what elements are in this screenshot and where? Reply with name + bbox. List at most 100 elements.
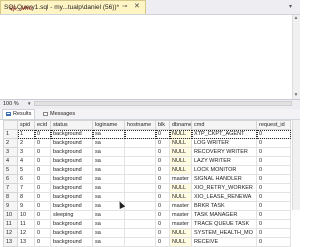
column-header[interactable]: status bbox=[50, 120, 93, 130]
table-row[interactable]: 9 9 0 background sa 0 master BRKR TASK 0 bbox=[3, 201, 291, 211]
grid-cell-loginame[interactable]: sa bbox=[92, 237, 125, 247]
row-number-cell[interactable]: 10 bbox=[3, 210, 18, 220]
grid-cell-cmd[interactable]: LOCK MONITOR bbox=[191, 165, 257, 175]
grid-cell-hostname[interactable] bbox=[124, 210, 156, 220]
grid-cell-ecid[interactable]: 0 bbox=[34, 237, 51, 247]
grid-cell-loginame[interactable]: sa bbox=[92, 210, 125, 220]
row-number-cell[interactable]: 8 bbox=[3, 192, 18, 202]
grid-cell-dbname[interactable]: NULL bbox=[169, 129, 192, 139]
results-vertical-scrollbar[interactable] bbox=[292, 120, 300, 210]
grid-cell-ecid[interactable]: 0 bbox=[34, 138, 51, 148]
grid-cell-request-id[interactable]: 0 bbox=[256, 219, 291, 229]
grid-cell-spid[interactable]: 1 bbox=[17, 129, 35, 139]
row-number-cell[interactable]: 3 bbox=[3, 147, 18, 157]
grid-cell-loginame[interactable]: sa bbox=[92, 228, 125, 238]
column-header[interactable]: dbname bbox=[169, 120, 192, 130]
grid-cell-dbname[interactable]: NULL bbox=[169, 228, 192, 238]
grid-cell-blk[interactable]: 0 bbox=[155, 210, 170, 220]
grid-cell-spid[interactable]: 13 bbox=[17, 237, 35, 247]
grid-cell-blk[interactable]: 0 bbox=[155, 228, 170, 238]
grid-cell-ecid[interactable]: 0 bbox=[34, 183, 51, 193]
grid-cell-loginame[interactable]: sa bbox=[92, 183, 125, 193]
grid-cell-hostname[interactable] bbox=[124, 174, 156, 184]
grid-cell-status[interactable]: background bbox=[50, 183, 93, 193]
grid-cell-status[interactable]: background bbox=[50, 129, 93, 139]
table-row[interactable]: 6 6 0 background sa 0 master SIGNAL HANDLER 0 bbox=[3, 174, 291, 184]
table-row[interactable]: 13 13 0 background sa 0 NULL RECEIVE 0 bbox=[3, 237, 291, 247]
grid-cell-hostname[interactable] bbox=[124, 228, 156, 238]
editor-vertical-scrollbar[interactable] bbox=[292, 15, 300, 99]
grid-cell-request-id[interactable]: 0 bbox=[256, 147, 291, 157]
scroll-up-icon[interactable]: ▲ bbox=[292, 15, 300, 22]
table-row[interactable]: 2 2 0 background sa 0 NULL LOG WRITER 0 bbox=[3, 138, 291, 148]
column-header[interactable]: hostname bbox=[124, 120, 156, 130]
table-row[interactable]: 5 5 0 background sa 0 NULL LOCK MONITOR 0 bbox=[3, 165, 291, 175]
column-header[interactable]: cmd bbox=[191, 120, 257, 130]
grid-cell-status[interactable]: background bbox=[50, 192, 93, 202]
grid-cell-ecid[interactable]: 0 bbox=[34, 228, 51, 238]
row-number-header[interactable] bbox=[3, 120, 18, 130]
grid-cell-cmd[interactable]: LAZY WRITER bbox=[191, 156, 257, 166]
grid-cell-spid[interactable]: 2 bbox=[17, 138, 35, 148]
grid-cell-hostname[interactable] bbox=[124, 165, 156, 175]
grid-cell-ecid[interactable]: 0 bbox=[34, 192, 51, 202]
grid-cell-request-id[interactable]: 0 bbox=[256, 129, 291, 139]
query-text[interactable]: sp_who bbox=[9, 5, 32, 12]
grid-cell-spid[interactable]: 7 bbox=[17, 183, 35, 193]
grid-cell-blk[interactable]: 0 bbox=[155, 129, 170, 139]
zoom-level[interactable]: 100 % bbox=[3, 100, 19, 108]
grid-cell-blk[interactable]: 0 bbox=[155, 147, 170, 157]
grid-cell-spid[interactable]: 11 bbox=[17, 219, 35, 229]
row-number-cell[interactable]: 6 bbox=[3, 174, 18, 184]
grid-cell-ecid[interactable]: 0 bbox=[34, 219, 51, 229]
grid-cell-blk[interactable]: 0 bbox=[155, 192, 170, 202]
grid-cell-status[interactable]: background bbox=[50, 165, 93, 175]
grid-cell-hostname[interactable] bbox=[124, 129, 156, 139]
column-header[interactable]: blk bbox=[155, 120, 170, 130]
grid-cell-dbname[interactable]: NULL bbox=[169, 156, 192, 166]
grid-cell-spid[interactable]: 9 bbox=[17, 201, 35, 211]
grid-cell-spid[interactable]: 4 bbox=[17, 156, 35, 166]
grid-cell-blk[interactable]: 0 bbox=[155, 237, 170, 247]
row-number-cell[interactable]: 9 bbox=[3, 201, 18, 211]
grid-cell-hostname[interactable] bbox=[124, 219, 156, 229]
grid-cell-hostname[interactable] bbox=[124, 183, 156, 193]
grid-cell-status[interactable]: background bbox=[50, 219, 93, 229]
table-row[interactable]: 12 12 0 background sa 0 NULL SYSTEM_HEALTH_MO 0 bbox=[3, 228, 291, 238]
tab-results[interactable]: Results bbox=[2, 109, 36, 119]
grid-cell-loginame[interactable]: sa bbox=[92, 219, 125, 229]
grid-cell-spid[interactable]: 10 bbox=[17, 210, 35, 220]
grid-cell-cmd[interactable]: LOG WRITER bbox=[191, 138, 257, 148]
grid-cell-dbname[interactable]: master bbox=[169, 201, 192, 211]
grid-cell-ecid[interactable]: 0 bbox=[34, 156, 51, 166]
table-row[interactable]: 10 10 0 sleeping sa 0 master TASK MANAGER 0 bbox=[3, 210, 291, 220]
grid-cell-blk[interactable]: 0 bbox=[155, 138, 170, 148]
query-editor[interactable] bbox=[0, 15, 300, 99]
row-number-cell[interactable]: 11 bbox=[3, 219, 18, 229]
grid-cell-ecid[interactable]: 0 bbox=[34, 201, 51, 211]
grid-cell-cmd[interactable]: TASK MANAGER bbox=[191, 210, 257, 220]
pin-icon[interactable]: ⊸ bbox=[122, 0, 127, 14]
grid-cell-dbname[interactable]: NULL bbox=[169, 165, 192, 175]
row-number-cell[interactable]: 2 bbox=[3, 138, 18, 148]
table-row[interactable]: 8 8 0 background sa 0 NULL XIO_LEASE_RENEWA 0 bbox=[3, 192, 291, 202]
column-header[interactable]: request_id bbox=[256, 120, 291, 130]
row-number-cell[interactable]: 13 bbox=[3, 237, 18, 247]
grid-cell-spid[interactable]: 8 bbox=[17, 192, 35, 202]
grid-cell-cmd[interactable]: SYSTEM_HEALTH_MO bbox=[191, 228, 257, 238]
results-grid[interactable]: spid ecid status loginame hostname blk d… bbox=[3, 120, 291, 247]
grid-cell-status[interactable]: background bbox=[50, 174, 93, 184]
row-number-cell[interactable]: 12 bbox=[3, 228, 18, 238]
grid-cell-status[interactable]: background bbox=[50, 138, 93, 148]
grid-cell-ecid[interactable]: 0 bbox=[34, 165, 51, 175]
grid-cell-loginame[interactable]: sa bbox=[92, 156, 125, 166]
grid-cell-cmd[interactable]: XTP_CKPT_AGENT bbox=[191, 129, 257, 139]
grid-cell-spid[interactable]: 12 bbox=[17, 228, 35, 238]
grid-cell-ecid[interactable]: 0 bbox=[34, 174, 51, 184]
grid-cell-dbname[interactable]: NULL bbox=[169, 192, 192, 202]
grid-cell-request-id[interactable]: 0 bbox=[256, 210, 291, 220]
grid-cell-status[interactable]: background bbox=[50, 201, 93, 211]
grid-cell-spid[interactable]: 3 bbox=[17, 147, 35, 157]
grid-cell-blk[interactable]: 0 bbox=[155, 156, 170, 166]
grid-cell-blk[interactable]: 0 bbox=[155, 174, 170, 184]
